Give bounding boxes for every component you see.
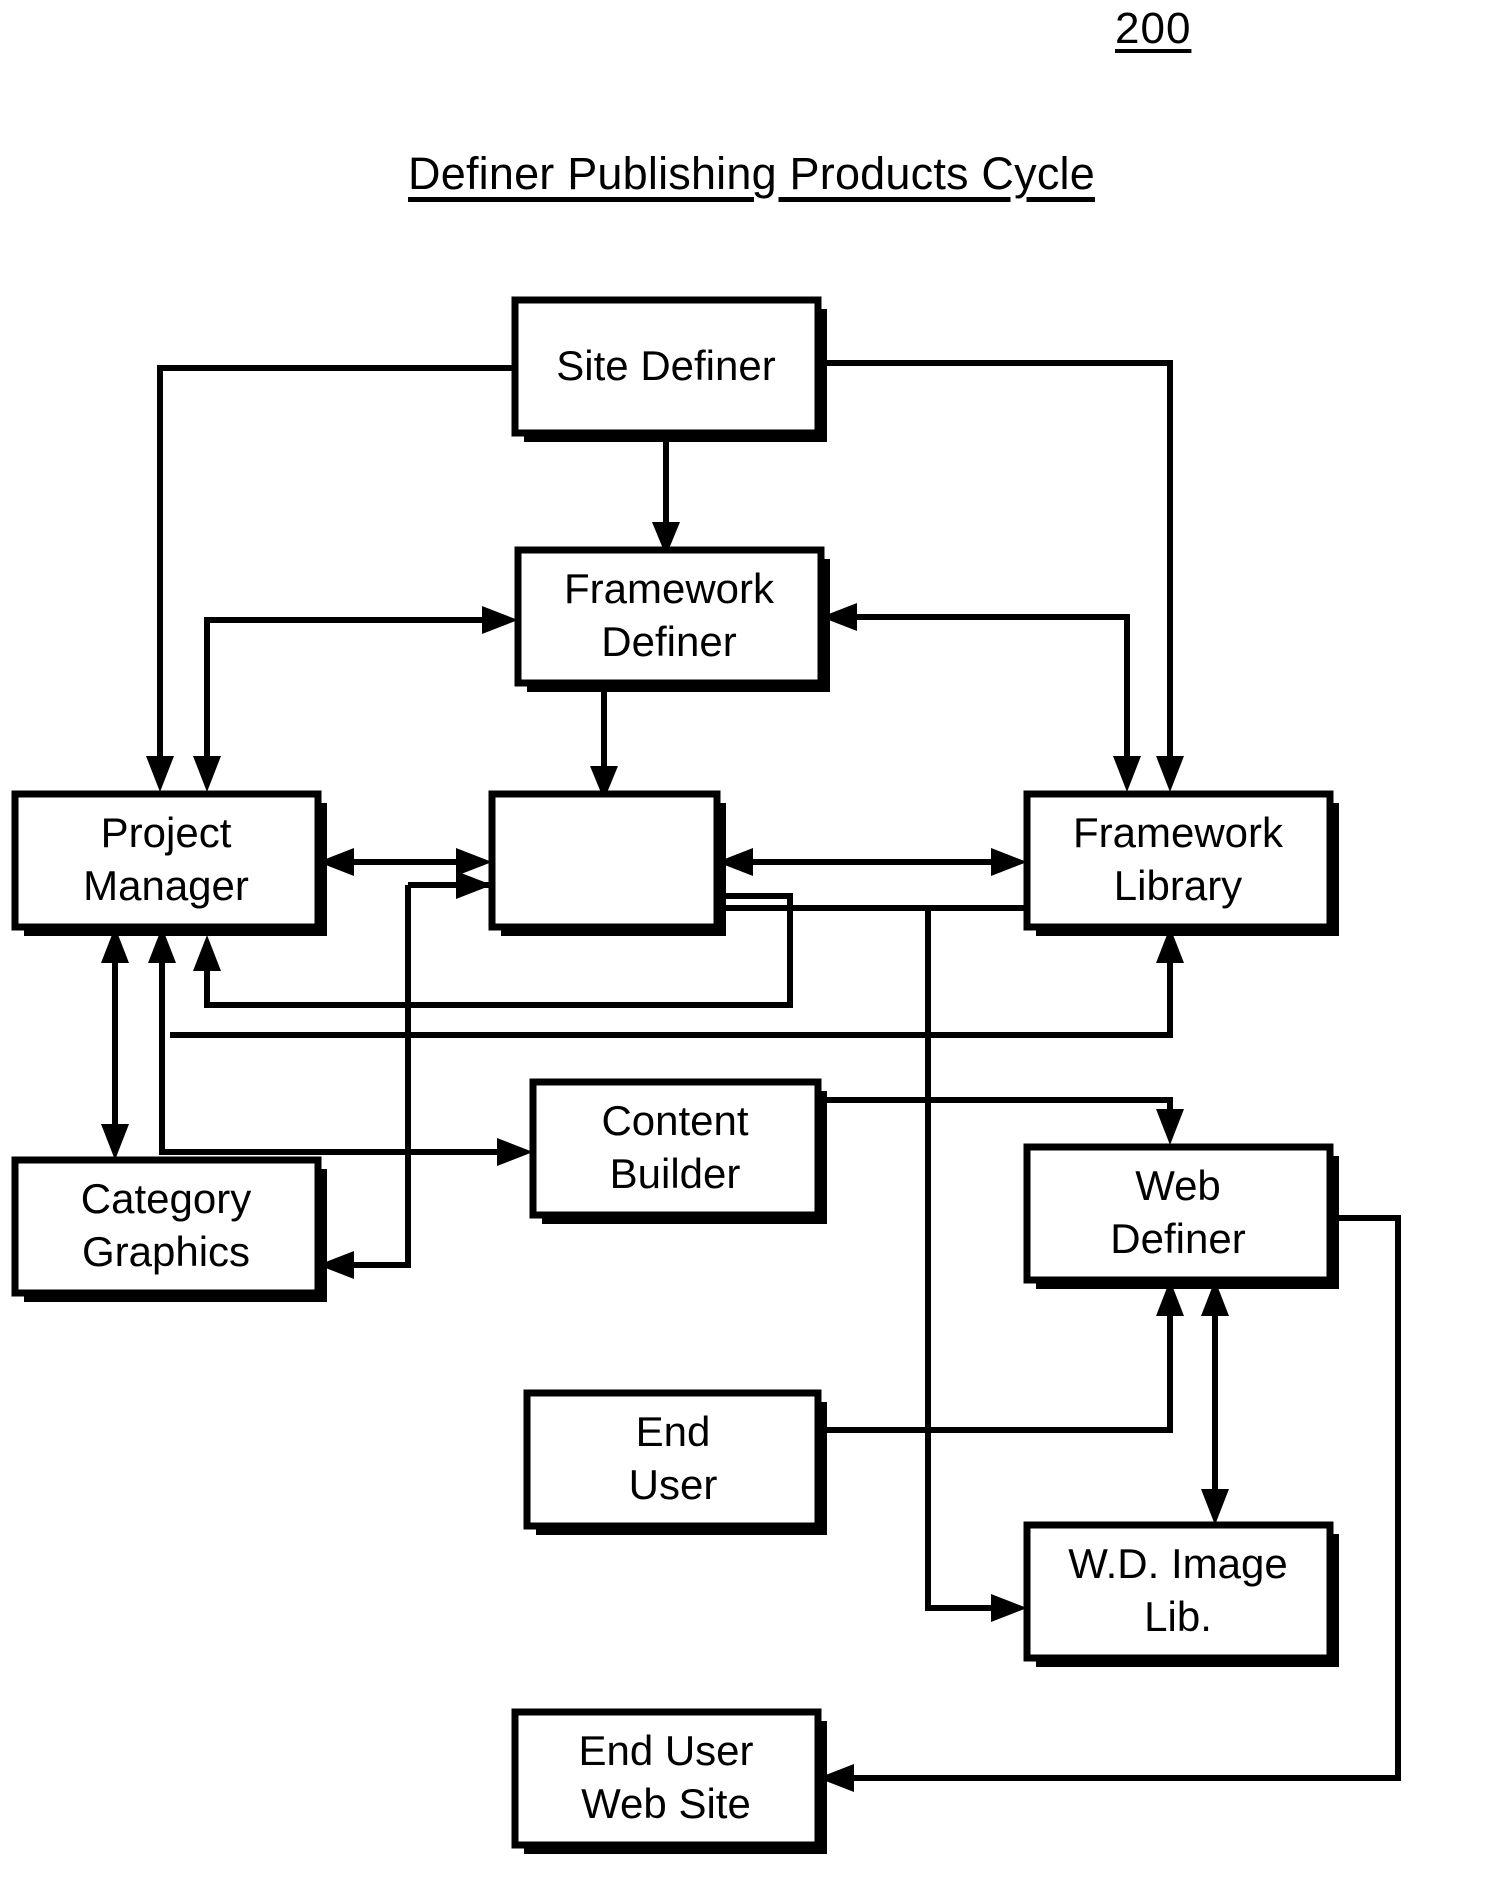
node-project-manager[interactable]: Project Manager: [11, 790, 327, 936]
edge-web-definer-wd-image-lib-bidirectional: [1201, 1280, 1229, 1525]
node-label-category-graphics-line1: Category: [81, 1175, 251, 1222]
edge-site-definer-to-framework-definer: [652, 433, 680, 556]
edge-center-box-framework-library-bidirectional: [717, 848, 1027, 876]
node-label-end-user-line2: User: [629, 1461, 718, 1508]
edge-end-user-to-web-definer: [818, 1280, 1184, 1433]
edge-site-definer-to-project-manager: [146, 365, 515, 792]
edge-framework-library-to-framework-definer: [821, 603, 1141, 792]
node-label-web-definer-line2: Definer: [1110, 1215, 1245, 1262]
edge-left-riser-to-framework-definer: [193, 606, 518, 792]
edge-center-box-to-wd-image-lib: [925, 908, 1027, 1622]
node-label-end-user-web-site-line1: End User: [578, 1727, 753, 1774]
edge-project-manager-category-graphics-bidirectional: [101, 927, 129, 1160]
node-label-wd-image-lib-line2: Lib.: [1144, 1593, 1212, 1640]
edge-center-box-to-category-graphics: [318, 871, 492, 1279]
edge-lower-path-to-framework-library: [170, 947, 1173, 1038]
node-label-content-builder-line2: Builder: [610, 1150, 741, 1197]
node-layer: Site Definer Framework Definer Project M…: [11, 296, 1339, 1854]
node-center-unlabeled-box[interactable]: [488, 790, 726, 936]
node-label-content-builder-line1: Content: [601, 1097, 748, 1144]
node-label-wd-image-lib-line1: W.D. Image: [1068, 1540, 1287, 1587]
node-framework-library[interactable]: Framework Library: [1023, 790, 1339, 936]
node-label-web-definer-line1: Web: [1135, 1162, 1221, 1209]
node-category-graphics[interactable]: Category Graphics: [11, 1156, 327, 1302]
node-end-user-web-site[interactable]: End User Web Site: [511, 1708, 827, 1854]
node-label-framework-definer-line1: Framework: [564, 565, 775, 612]
edge-web-definer-to-end-user-web-site: [818, 1215, 1401, 1792]
node-label-project-manager-line1: Project: [101, 809, 232, 856]
figure-root: 200 Definer Publishing Products Cycle Si…: [0, 0, 1503, 1883]
node-site-definer[interactable]: Site Definer: [511, 296, 827, 442]
node-label-project-manager-line2: Manager: [83, 862, 249, 909]
node-label-framework-library-line1: Framework: [1073, 809, 1284, 856]
edge-framework-definer-to-center-box: [590, 683, 618, 800]
flowchart-canvas: Site Definer Framework Definer Project M…: [11, 296, 1401, 1854]
node-end-user[interactable]: End User: [523, 1389, 827, 1535]
node-content-builder[interactable]: Content Builder: [529, 1078, 827, 1224]
node-wd-image-lib[interactable]: W.D. Image Lib.: [1023, 1521, 1339, 1667]
node-framework-definer[interactable]: Framework Definer: [514, 546, 830, 692]
node-label-framework-definer-line2: Definer: [601, 618, 736, 665]
edge-content-builder-to-web-definer: [818, 1097, 1184, 1145]
node-label-end-user-line1: End: [636, 1408, 711, 1455]
edge-project-manager-center-box-bidirectional: [318, 848, 492, 876]
node-label-framework-library-line2: Library: [1114, 862, 1242, 909]
node-label-end-user-web-site-line2: Web Site: [581, 1780, 751, 1827]
node-web-definer[interactable]: Web Definer: [1023, 1143, 1339, 1289]
node-label-category-graphics-line2: Graphics: [82, 1228, 250, 1275]
node-label-site-definer: Site Definer: [556, 342, 775, 389]
